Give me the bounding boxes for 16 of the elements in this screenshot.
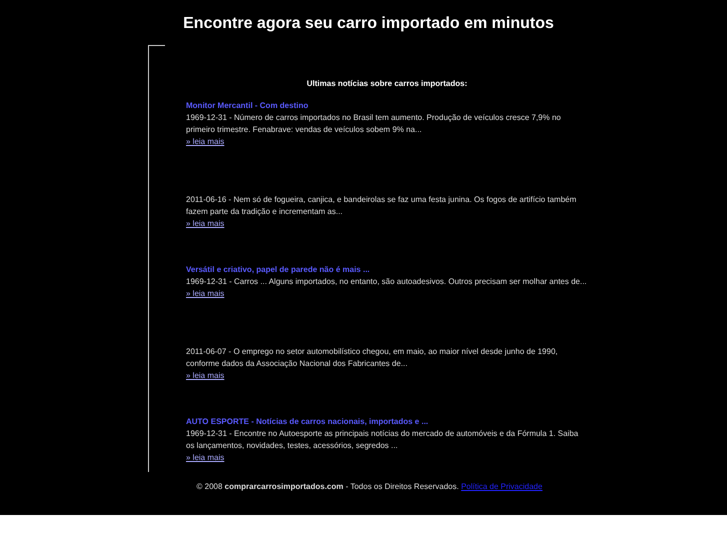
copyright-text: © 2008 comprarcarrosimportados.com - Todos os Direitos Reservados. [196,482,459,491]
article-title-link[interactable]: AUTO ESPORTE - Notícias de carros nacionais, importados e ... [186,417,428,426]
article-title-link[interactable]: Monitor Mercantil - Com destino [186,101,308,110]
read-more-link[interactable]: » leia mais [186,137,224,146]
site-title: Encontre agora seu carro importado em minutos [182,15,555,33]
read-more-link[interactable]: » leia mais [186,371,224,380]
article-summary: 2011-06-07 - O emprego no setor automobilístico chegou, em maio, ao maior nível desde junho de 1990, conforme dados da Associação Nacional dos Fabricantes de... [186,346,559,370]
article-summary: 1969-12-31 - Número de carros importados no Brasil tem aumento. Produção de veículos cresce 7,9% no primeiro trimestre. Fenabrave: vendas de veículos sobem 9% na... [186,112,562,136]
read-more-link[interactable]: » leia mais [186,219,224,228]
article-summary: 2011-06-16 - Nem só de fogueira, canjica, e bandeirolas se faz uma festa junina. Os fogos de artifício também fazem parte da tradição e incrementam as... [186,194,578,218]
article-summary: 1969-12-31 - Encontre no Autoesporte as principais notícias do mercado de automóveis e da Fórmula 1. Saiba os lançamentos, novidades, testes, acessórios, segredos ... [186,428,580,452]
news-heading: Ultimas notícias sobre carros importados: [306,78,468,90]
article-summary: 1969-12-31 - Carros ... Alguns importados, no entanto, são autoadesivos. Outros precisam ser molhar antes de... [186,276,588,288]
read-more-link[interactable]: » leia mais [186,289,224,298]
read-more-link[interactable]: » leia mais [186,453,224,462]
article-title-link[interactable]: Versátil e criativo, papel de parede não é mais ... [186,265,370,274]
